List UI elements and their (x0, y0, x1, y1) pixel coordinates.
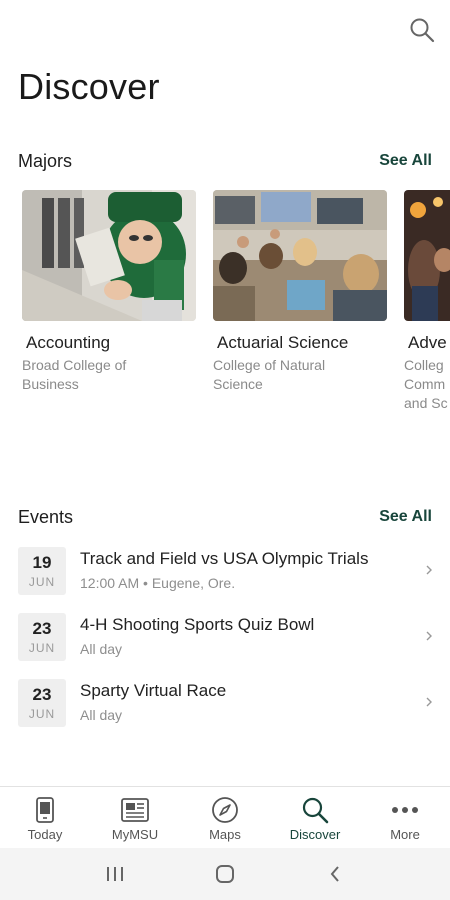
event-title: Sparty Virtual Race (80, 681, 227, 700)
major-name: Actuarial Science (217, 333, 349, 352)
system-nav-bar (0, 848, 450, 900)
nav-mymsu[interactable]: MyMSU (90, 787, 180, 848)
back-button[interactable] (315, 854, 355, 894)
event-row[interactable]: 19 JUN Track and Field vs USA Olympic Tr… (0, 543, 450, 603)
event-day: 23 (32, 685, 52, 704)
event-subtitle: 12:00 AM • Eugene, Ore. (80, 575, 236, 591)
major-card-advertising[interactable]: Adve Colleg Comm and Sc (404, 190, 450, 413)
nav-label: Maps (209, 827, 241, 842)
compass-icon (212, 797, 238, 823)
major-college: Colleg Comm and Sc (404, 357, 448, 411)
event-month: JUN (28, 707, 56, 721)
event-date-badge: 23 JUN (18, 679, 66, 727)
event-subtitle: All day (80, 641, 123, 657)
event-row[interactable]: 23 JUN 4-H Shooting Sports Quiz Bowl All… (0, 609, 450, 669)
event-date-badge: 19 JUN (18, 547, 66, 595)
event-day: 19 (32, 553, 52, 572)
major-card-actuarial-science[interactable]: Actuarial Science College of Natural Sci… (213, 190, 387, 394)
major-image-advertising (404, 190, 450, 321)
events-section-title: Events (18, 506, 74, 527)
search-icon (302, 797, 329, 824)
major-name: Adve (408, 333, 447, 352)
majors-see-all-link[interactable]: See All (379, 152, 432, 170)
nav-today[interactable]: Today (0, 787, 90, 848)
bottom-nav: Today MyMSU Maps Discover More (0, 786, 450, 848)
phone-icon (36, 797, 54, 823)
major-image-accounting (22, 190, 196, 321)
back-icon (330, 866, 339, 882)
nav-label: Discover (289, 827, 341, 842)
majors-header: Majors See All (18, 149, 432, 173)
recent-apps-icon (107, 867, 123, 881)
newspaper-icon (121, 798, 149, 822)
chevron-right-icon (426, 697, 432, 707)
nav-maps[interactable]: Maps (180, 787, 270, 848)
event-title: Track and Field vs USA Olympic Trials (80, 549, 369, 568)
event-subtitle: All day (80, 707, 123, 723)
event-month: JUN (28, 575, 56, 589)
event-title: 4-H Shooting Sports Quiz Bowl (80, 615, 315, 634)
major-college: Broad College of Business (22, 357, 127, 392)
more-dots-icon (392, 807, 418, 813)
majors-section-title: Majors (18, 150, 73, 171)
majors-carousel[interactable]: Accounting Broad College of Business Act… (22, 190, 450, 420)
event-row[interactable]: 23 JUN Sparty Virtual Race All day (0, 675, 450, 735)
events-see-all-link[interactable]: See All (379, 508, 432, 526)
event-day: 23 (32, 619, 52, 638)
major-card-accounting[interactable]: Accounting Broad College of Business (22, 190, 196, 394)
search-button[interactable] (406, 14, 438, 46)
nav-discover[interactable]: Discover (270, 787, 360, 848)
chevron-right-icon (426, 631, 432, 641)
nav-label: Today (27, 827, 63, 842)
search-icon (410, 18, 435, 43)
major-name: Accounting (26, 333, 111, 352)
major-college: College of Natural Science (213, 357, 326, 392)
major-image-actuarial-science (213, 190, 387, 321)
event-date-badge: 23 JUN (18, 613, 66, 661)
event-month: JUN (28, 641, 56, 655)
page-title: Discover (18, 66, 160, 107)
nav-more[interactable]: More (360, 787, 450, 848)
home-icon (216, 865, 234, 883)
nav-label: More (390, 827, 420, 842)
recent-apps-button[interactable] (95, 854, 135, 894)
nav-label: MyMSU (111, 827, 159, 842)
chevron-right-icon (426, 565, 432, 575)
top-bar (0, 0, 450, 60)
events-header: Events See All (18, 505, 432, 529)
home-button[interactable] (205, 854, 245, 894)
